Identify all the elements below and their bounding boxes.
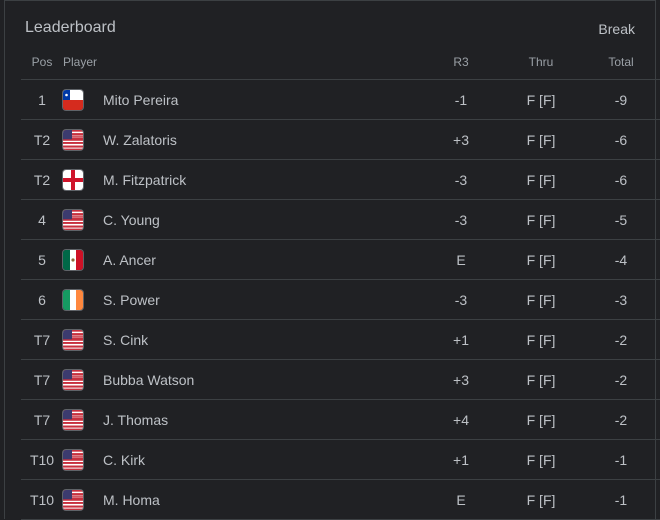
player-name: Bubba Watson [103, 359, 421, 400]
player-name: C. Kirk [103, 439, 421, 480]
total-score: -1 [581, 479, 660, 520]
r3-score: +3 [421, 119, 501, 160]
thru-status: F [F] [501, 79, 581, 120]
break-link[interactable]: Break [598, 21, 635, 37]
table-row[interactable]: T2 M. Fitzpatrick -3 F [F] -6 [21, 159, 660, 200]
flag-cell [63, 119, 103, 160]
flag-cell [63, 479, 103, 520]
total-score: -2 [581, 319, 660, 360]
chile-flag-icon [63, 89, 83, 110]
r3-score: -3 [421, 279, 501, 320]
column-header-pos: Pos [21, 45, 63, 80]
thru-status: F [F] [501, 239, 581, 280]
r3-score: +1 [421, 319, 501, 360]
total-score: -5 [581, 199, 660, 240]
position-cell: T7 [21, 319, 63, 360]
leaderboard-title: Leaderboard [25, 19, 116, 36]
position-cell: T7 [21, 399, 63, 440]
thru-status: F [F] [501, 439, 581, 480]
usa-flag-icon [63, 329, 83, 350]
flag-cell [63, 159, 103, 200]
usa-flag-icon [63, 449, 83, 470]
flag-cell [63, 199, 103, 240]
thru-status: F [F] [501, 399, 581, 440]
flag-cell [63, 239, 103, 280]
table-row[interactable]: T7 S. Cink +1 F [F] -2 [21, 319, 660, 360]
player-name: Mito Pereira [103, 79, 421, 120]
player-name: W. Zalatoris [103, 119, 421, 160]
r3-score: +4 [421, 399, 501, 440]
player-name: M. Homa [103, 479, 421, 520]
player-name: A. Ancer [103, 239, 421, 280]
position-cell: 6 [21, 279, 63, 320]
usa-flag-icon [63, 369, 83, 390]
column-header-total: Total [581, 45, 660, 80]
player-name: M. Fitzpatrick [103, 159, 421, 200]
player-name: S. Power [103, 279, 421, 320]
table-row[interactable]: T10 M. Homa E F [F] -1 [21, 479, 660, 520]
total-score: -6 [581, 159, 660, 200]
position-cell: T10 [21, 439, 63, 480]
thru-status: F [F] [501, 279, 581, 320]
r3-score: E [421, 239, 501, 280]
table-row[interactable]: 5 A. Ancer E F [F] -4 [21, 239, 660, 280]
position-cell: 4 [21, 199, 63, 240]
total-score: -6 [581, 119, 660, 160]
table-row[interactable]: T7 J. Thomas +4 F [F] -2 [21, 399, 660, 440]
r3-score: -3 [421, 199, 501, 240]
position-cell: T2 [21, 119, 63, 160]
table-row[interactable]: 4 C. Young -3 F [F] -5 [21, 199, 660, 240]
thru-status: F [F] [501, 159, 581, 200]
player-name: J. Thomas [103, 399, 421, 440]
r3-score: +3 [421, 359, 501, 400]
r3-score: +1 [421, 439, 501, 480]
table-row[interactable]: 1 Mito Pereira -1 F [F] -9 [21, 79, 660, 120]
mexico-flag-icon [63, 249, 83, 270]
position-cell: 5 [21, 239, 63, 280]
england-flag-icon [63, 169, 83, 190]
total-score: -9 [581, 79, 660, 120]
leaderboard-table: Pos Player R3 Thru Total 1 Mito Pereira … [21, 45, 660, 520]
position-cell: T10 [21, 479, 63, 520]
total-score: -4 [581, 239, 660, 280]
ireland-flag-icon [63, 289, 83, 310]
thru-status: F [F] [501, 359, 581, 400]
column-header-thru: Thru [501, 45, 581, 80]
table-row[interactable]: T7 Bubba Watson +3 F [F] -2 [21, 359, 660, 400]
thru-status: F [F] [501, 479, 581, 520]
total-score: -3 [581, 279, 660, 320]
flag-cell [63, 399, 103, 440]
thru-status: F [F] [501, 199, 581, 240]
leaderboard-panel: Leaderboard Break Pos Player R3 Thru Tot… [4, 0, 660, 520]
usa-flag-icon [63, 489, 83, 510]
flag-cell [63, 439, 103, 480]
thru-status: F [F] [501, 319, 581, 360]
table-row[interactable]: T10 C. Kirk +1 F [F] -1 [21, 439, 660, 480]
total-score: -2 [581, 399, 660, 440]
leaderboard-header: Leaderboard Break [25, 19, 635, 41]
r3-score: E [421, 479, 501, 520]
flag-cell [63, 319, 103, 360]
player-name: C. Young [103, 199, 421, 240]
thru-status: F [F] [501, 119, 581, 160]
usa-flag-icon [63, 409, 83, 430]
position-cell: 1 [21, 79, 63, 120]
column-header-r3: R3 [421, 45, 501, 80]
flag-cell [63, 279, 103, 320]
usa-flag-icon [63, 209, 83, 230]
usa-flag-icon [63, 129, 83, 150]
table-row[interactable]: 6 S. Power -3 F [F] -3 [21, 279, 660, 320]
position-cell: T7 [21, 359, 63, 400]
position-cell: T2 [21, 159, 63, 200]
total-score: -1 [581, 439, 660, 480]
flag-cell [63, 359, 103, 400]
r3-score: -1 [421, 79, 501, 120]
player-name: S. Cink [103, 319, 421, 360]
table-header-row: Pos Player R3 Thru Total [21, 45, 660, 80]
total-score: -2 [581, 359, 660, 400]
table-row[interactable]: T2 W. Zalatoris +3 F [F] -6 [21, 119, 660, 160]
flag-cell [63, 79, 103, 120]
r3-score: -3 [421, 159, 501, 200]
column-header-player: Player [63, 45, 421, 80]
